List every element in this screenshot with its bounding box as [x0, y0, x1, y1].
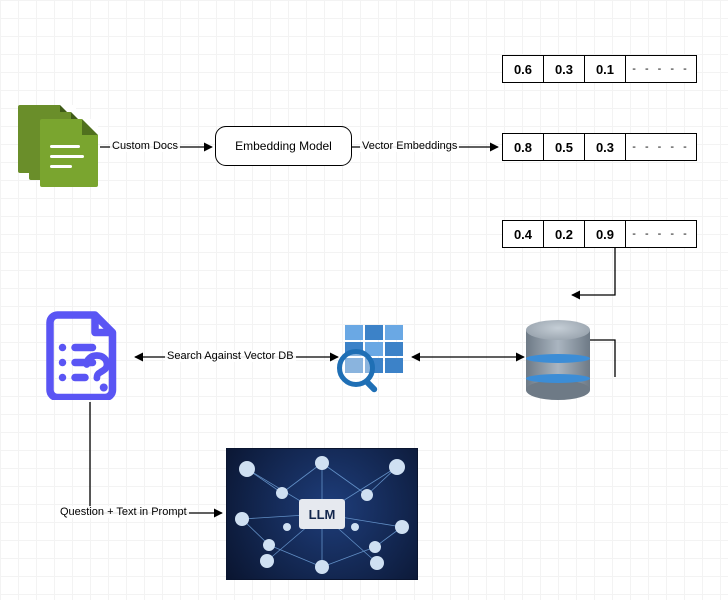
vector-cell: 0.3 — [544, 56, 585, 82]
vector-cell: 0.6 — [503, 56, 544, 82]
vector-ellipsis: - - - - - — [626, 134, 696, 160]
question-document-icon — [45, 310, 125, 405]
vector-ellipsis: - - - - - — [626, 56, 696, 82]
label-search-vector-db: Search Against Vector DB — [165, 350, 296, 362]
vector-row-0: 0.6 0.3 0.1 - - - - - — [502, 55, 697, 83]
vector-cell: 0.4 — [503, 221, 544, 247]
documents-icon — [18, 105, 98, 185]
vector-cell: 0.8 — [503, 134, 544, 160]
embedding-model-node: Embedding Model — [215, 126, 352, 166]
llm-network-icon: LLM — [226, 448, 418, 580]
vector-cell: 0.1 — [585, 56, 626, 82]
database-icon — [526, 320, 590, 400]
search-grid-icon — [345, 325, 403, 373]
vector-row-2: 0.4 0.2 0.9 - - - - - — [502, 220, 697, 248]
embedding-model-label: Embedding Model — [235, 139, 332, 153]
vector-ellipsis: - - - - - — [626, 221, 696, 247]
vector-row-1: 0.8 0.5 0.3 - - - - - — [502, 133, 697, 161]
vector-cell: 0.9 — [585, 221, 626, 247]
vector-cell: 0.2 — [544, 221, 585, 247]
label-question-prompt: Question + Text in Prompt — [58, 506, 189, 518]
vector-cell: 0.3 — [585, 134, 626, 160]
vector-cell: 0.5 — [544, 134, 585, 160]
label-vector-embeddings: Vector Embeddings — [360, 140, 459, 152]
magnifier-icon — [337, 349, 375, 387]
label-custom-docs: Custom Docs — [110, 140, 180, 152]
llm-chip-label: LLM — [309, 507, 336, 522]
